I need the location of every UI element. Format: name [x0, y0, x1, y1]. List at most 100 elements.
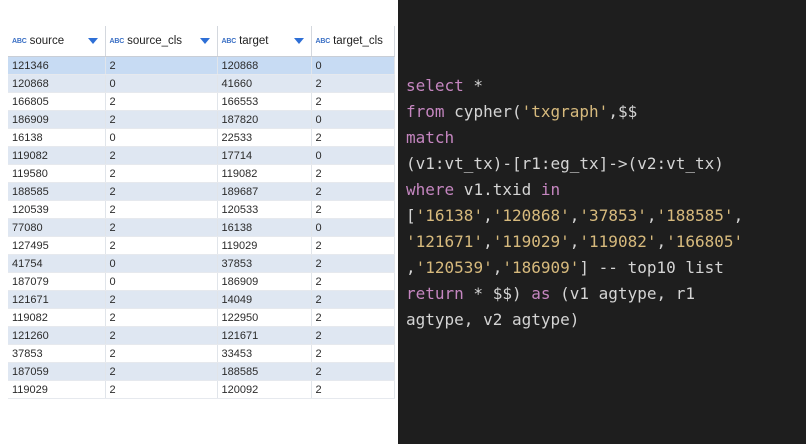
sql-query-code[interactable]: select * from cypher('txgraph',$$ match (v1… [406, 73, 743, 333]
table-cell[interactable]: 37853 [217, 254, 312, 273]
table-cell[interactable]: 22533 [217, 128, 312, 147]
table-cell[interactable]: 17714 [217, 146, 312, 165]
table-cell[interactable]: 122950 [217, 308, 312, 327]
table-cell[interactable]: 2 [105, 200, 218, 219]
table-row[interactable]: 119580 2 119082 2 [8, 164, 395, 183]
table-row[interactable]: 121260 2 121671 2 [8, 326, 395, 345]
table-row[interactable]: 120868 0 41660 2 [8, 74, 395, 93]
table-cell[interactable]: 16138 [8, 128, 106, 147]
table-cell[interactable]: 16138 [217, 218, 312, 237]
table-row[interactable]: 166805 2 166553 2 [8, 92, 395, 111]
table-row[interactable]: 119082 2 122950 2 [8, 308, 395, 327]
table-cell[interactable]: 2 [105, 344, 218, 363]
table-row[interactable]: 187079 0 186909 2 [8, 272, 395, 291]
column-header-source-cls[interactable]: ABC source_cls [105, 26, 218, 57]
table-cell[interactable]: 2 [311, 182, 395, 201]
table-cell[interactable]: 188585 [217, 362, 312, 381]
table-cell[interactable]: 188585 [8, 182, 106, 201]
table-cell[interactable]: 120533 [217, 200, 312, 219]
table-cell[interactable]: 121346 [8, 56, 106, 75]
table-row[interactable]: 188585 2 189687 2 [8, 182, 395, 201]
table-cell[interactable]: 2 [311, 290, 395, 309]
table-cell[interactable]: 166553 [217, 92, 312, 111]
table-cell[interactable]: 2 [311, 272, 395, 291]
table-cell[interactable]: 187059 [8, 362, 106, 381]
table-cell[interactable]: 186909 [217, 272, 312, 291]
table-cell[interactable]: 2 [105, 326, 218, 345]
table-cell[interactable]: 2 [311, 308, 395, 327]
table-cell[interactable]: 2 [105, 164, 218, 183]
table-cell[interactable]: 33453 [217, 344, 312, 363]
table-cell[interactable]: 2 [105, 182, 218, 201]
table-row[interactable]: 120539 2 120533 2 [8, 200, 395, 219]
table-row[interactable]: 41754 0 37853 2 [8, 254, 395, 273]
table-cell[interactable]: 2 [105, 56, 218, 75]
table-row[interactable]: 77080 2 16138 0 [8, 218, 395, 237]
table-cell[interactable]: 186909 [8, 110, 106, 129]
table-cell[interactable]: 2 [311, 344, 395, 363]
table-cell[interactable]: 2 [105, 92, 218, 111]
table-row[interactable]: 121671 2 14049 2 [8, 290, 395, 309]
table-cell[interactable]: 119029 [8, 380, 106, 399]
table-cell[interactable]: 77080 [8, 218, 106, 237]
table-cell[interactable]: 119029 [217, 236, 312, 255]
table-cell[interactable]: 2 [105, 380, 218, 399]
table-cell[interactable]: 187079 [8, 272, 106, 291]
table-cell[interactable]: 0 [105, 128, 218, 147]
table-row[interactable]: 119029 2 120092 2 [8, 380, 395, 399]
table-cell[interactable]: 41754 [8, 254, 106, 273]
table-cell[interactable]: 189687 [217, 182, 312, 201]
table-cell[interactable]: 119580 [8, 164, 106, 183]
table-row[interactable]: 121346 2 120868 0 [8, 56, 395, 75]
table-cell[interactable]: 2 [105, 290, 218, 309]
table-cell[interactable]: 127495 [8, 236, 106, 255]
result-grid[interactable]: ABC source ABC source_cls ABC target ABC tar… [8, 26, 395, 399]
table-cell[interactable]: 0 [311, 56, 395, 75]
column-header-source[interactable]: ABC source [8, 26, 106, 57]
table-cell[interactable]: 2 [105, 218, 218, 237]
table-cell[interactable]: 2 [105, 146, 218, 165]
table-cell[interactable]: 166805 [8, 92, 106, 111]
table-cell[interactable]: 120539 [8, 200, 106, 219]
table-row[interactable]: 37853 2 33453 2 [8, 344, 395, 363]
table-row[interactable]: 187059 2 188585 2 [8, 362, 395, 381]
table-cell[interactable]: 0 [311, 218, 395, 237]
table-cell[interactable]: 2 [105, 236, 218, 255]
table-cell[interactable]: 2 [311, 164, 395, 183]
table-cell[interactable]: 2 [311, 254, 395, 273]
table-cell[interactable]: 119082 [8, 146, 106, 165]
table-cell[interactable]: 2 [311, 128, 395, 147]
table-cell[interactable]: 2 [311, 362, 395, 381]
table-cell[interactable]: 2 [105, 308, 218, 327]
table-row[interactable]: 119082 2 17714 0 [8, 146, 395, 165]
table-cell[interactable]: 2 [311, 92, 395, 111]
column-dropdown-icon[interactable] [199, 38, 210, 44]
table-cell[interactable]: 2 [105, 110, 218, 129]
table-cell[interactable]: 121260 [8, 326, 106, 345]
table-cell[interactable]: 0 [105, 254, 218, 273]
table-cell[interactable]: 0 [311, 110, 395, 129]
column-dropdown-icon[interactable] [293, 38, 304, 44]
table-cell[interactable]: 121671 [8, 290, 106, 309]
table-cell[interactable]: 2 [311, 236, 395, 255]
table-cell[interactable]: 119082 [8, 308, 106, 327]
table-cell[interactable]: 187820 [217, 110, 312, 129]
table-cell[interactable]: 120092 [217, 380, 312, 399]
table-cell[interactable]: 121671 [217, 326, 312, 345]
column-header-target-cls[interactable]: ABC target_cls [311, 26, 395, 57]
table-cell[interactable]: 2 [105, 362, 218, 381]
table-row[interactable]: 186909 2 187820 0 [8, 110, 395, 129]
table-row[interactable]: 16138 0 22533 2 [8, 128, 395, 147]
table-cell[interactable]: 2 [311, 200, 395, 219]
table-cell[interactable]: 0 [105, 272, 218, 291]
table-cell[interactable]: 0 [311, 146, 395, 165]
column-header-target[interactable]: ABC target [217, 26, 312, 57]
table-cell[interactable]: 14049 [217, 290, 312, 309]
table-cell[interactable]: 2 [311, 380, 395, 399]
table-row[interactable]: 127495 2 119029 2 [8, 236, 395, 255]
table-cell[interactable]: 2 [311, 326, 395, 345]
table-cell[interactable]: 120868 [8, 74, 106, 93]
table-cell[interactable]: 2 [311, 74, 395, 93]
table-cell[interactable]: 37853 [8, 344, 106, 363]
table-cell[interactable]: 119082 [217, 164, 312, 183]
